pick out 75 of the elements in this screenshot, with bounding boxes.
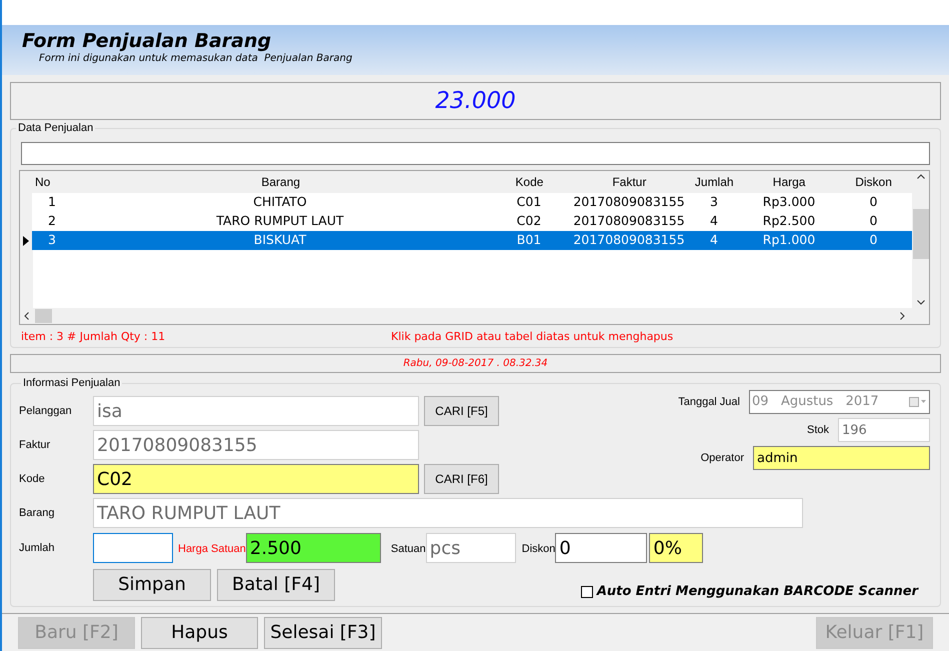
scroll-left-icon[interactable]	[24, 312, 29, 320]
field-label: Pelanggan	[19, 404, 73, 419]
column-header[interactable]: No	[33, 173, 76, 191]
scroll-up-icon[interactable]	[916, 174, 924, 179]
action-button[interactable]: Batal [F4]	[217, 568, 335, 601]
barcode-checkbox[interactable]: Auto Entri Menggunakan BARCODE Scanner	[580, 582, 918, 602]
table-cell-text: C01	[516, 193, 542, 212]
input-field[interactable]: 20170809083155	[93, 430, 419, 460]
table-cell-text: 3	[47, 231, 57, 250]
table-cell-text: TARO RUMPUT LAUT	[215, 212, 345, 230]
scroll-thumb[interactable]	[912, 209, 928, 259]
table-cell-text: 0	[868, 212, 878, 230]
action-button[interactable]: CARI [F6]	[424, 464, 499, 494]
table-cell-text: 20170809083155	[573, 231, 685, 250]
column-header[interactable]: Harga	[743, 173, 836, 191]
field-label: Operator	[700, 450, 744, 466]
table-cell-text: 1	[47, 193, 57, 212]
input-field[interactable]: TARO RUMPUT LAUT	[93, 498, 803, 528]
form-subtitle: Form ini digunakan untuk memasukan data Penjualan Barang	[38, 52, 354, 66]
input-field[interactable]: admin	[753, 446, 930, 470]
input-field[interactable]: 0%	[649, 533, 704, 563]
field-label: Stok	[806, 424, 829, 436]
action-button[interactable]: Hapus	[141, 616, 258, 648]
column-header[interactable]: Barang	[76, 173, 486, 191]
item-summary: item : 3 # Jumlah Qty : 11	[21, 329, 166, 345]
input-field[interactable]: 196	[838, 418, 930, 442]
field-label: Faktur	[19, 438, 52, 453]
column-header[interactable]: Faktur	[573, 173, 686, 191]
scroll-right-icon[interactable]	[900, 312, 905, 320]
total-display: 23.000	[10, 82, 941, 120]
vertical-scrollbar[interactable]	[912, 171, 929, 308]
action-button[interactable]: Selesai [F3]	[264, 616, 382, 648]
input-field[interactable]: isa	[93, 396, 419, 426]
scroll-down-icon[interactable]	[916, 300, 924, 305]
calendar-icon	[909, 397, 927, 407]
table-cell-text: 20170809083155	[573, 212, 685, 230]
input-field[interactable]: 0	[555, 533, 648, 563]
column-header[interactable]: Jumlah	[685, 173, 744, 191]
column-header[interactable]: Diskon	[835, 173, 912, 191]
datetime-bar: Rabu, 09-08-2017 . 08.32.34	[10, 354, 941, 373]
field-label: Tanggal Jual	[678, 394, 740, 410]
table-cell-text: B01	[516, 231, 542, 250]
table-cell-text: BISKUAT	[252, 231, 308, 250]
action-button[interactable]: Simpan	[93, 568, 211, 601]
group-legend: Informasi Penjualan	[21, 377, 122, 390]
table-cell-text: 3	[709, 193, 719, 212]
search-field[interactable]	[21, 142, 930, 164]
field-label: Harga Satuan	[178, 543, 246, 555]
field-label: Kode	[19, 472, 46, 487]
form-title: Form Penjualan Barang	[22, 30, 272, 52]
table-cell-text: CHITATO	[252, 193, 308, 212]
field-label: Diskon	[522, 543, 556, 555]
table-cell-text: 4	[709, 231, 719, 250]
table-cell-text: Rp3.000	[762, 193, 816, 212]
input-field[interactable]: 2.500	[246, 533, 381, 563]
table-cell-text: 20170809083155	[573, 193, 685, 212]
table-cell-text: 2	[47, 212, 57, 230]
input-field[interactable]: pcs	[426, 533, 516, 563]
field-label: Barang	[19, 506, 56, 521]
table-cell-text: 4	[709, 212, 719, 230]
table-cell-text: 0	[868, 231, 878, 250]
table-cell-text: C02	[516, 212, 542, 230]
field-label: Jumlah	[19, 540, 56, 556]
delete-hint: Klik pada GRID atau tabel diatas untuk menghapus	[391, 329, 674, 345]
table-cell-text: Rp2.500	[762, 212, 816, 230]
table-cell-text: 0	[868, 193, 878, 212]
input-field[interactable]: C02	[93, 464, 419, 494]
group-legend: Data Penjualan	[16, 122, 96, 135]
action-button[interactable]: CARI [F5]	[424, 396, 499, 426]
column-header[interactable]: Kode	[485, 173, 574, 191]
table-cell-text: Rp1.000	[762, 231, 816, 250]
scroll-thumb[interactable]	[35, 309, 52, 323]
row-pointer-icon	[23, 236, 29, 246]
input-field[interactable]	[93, 533, 173, 563]
field-label: Satuan	[390, 543, 426, 555]
